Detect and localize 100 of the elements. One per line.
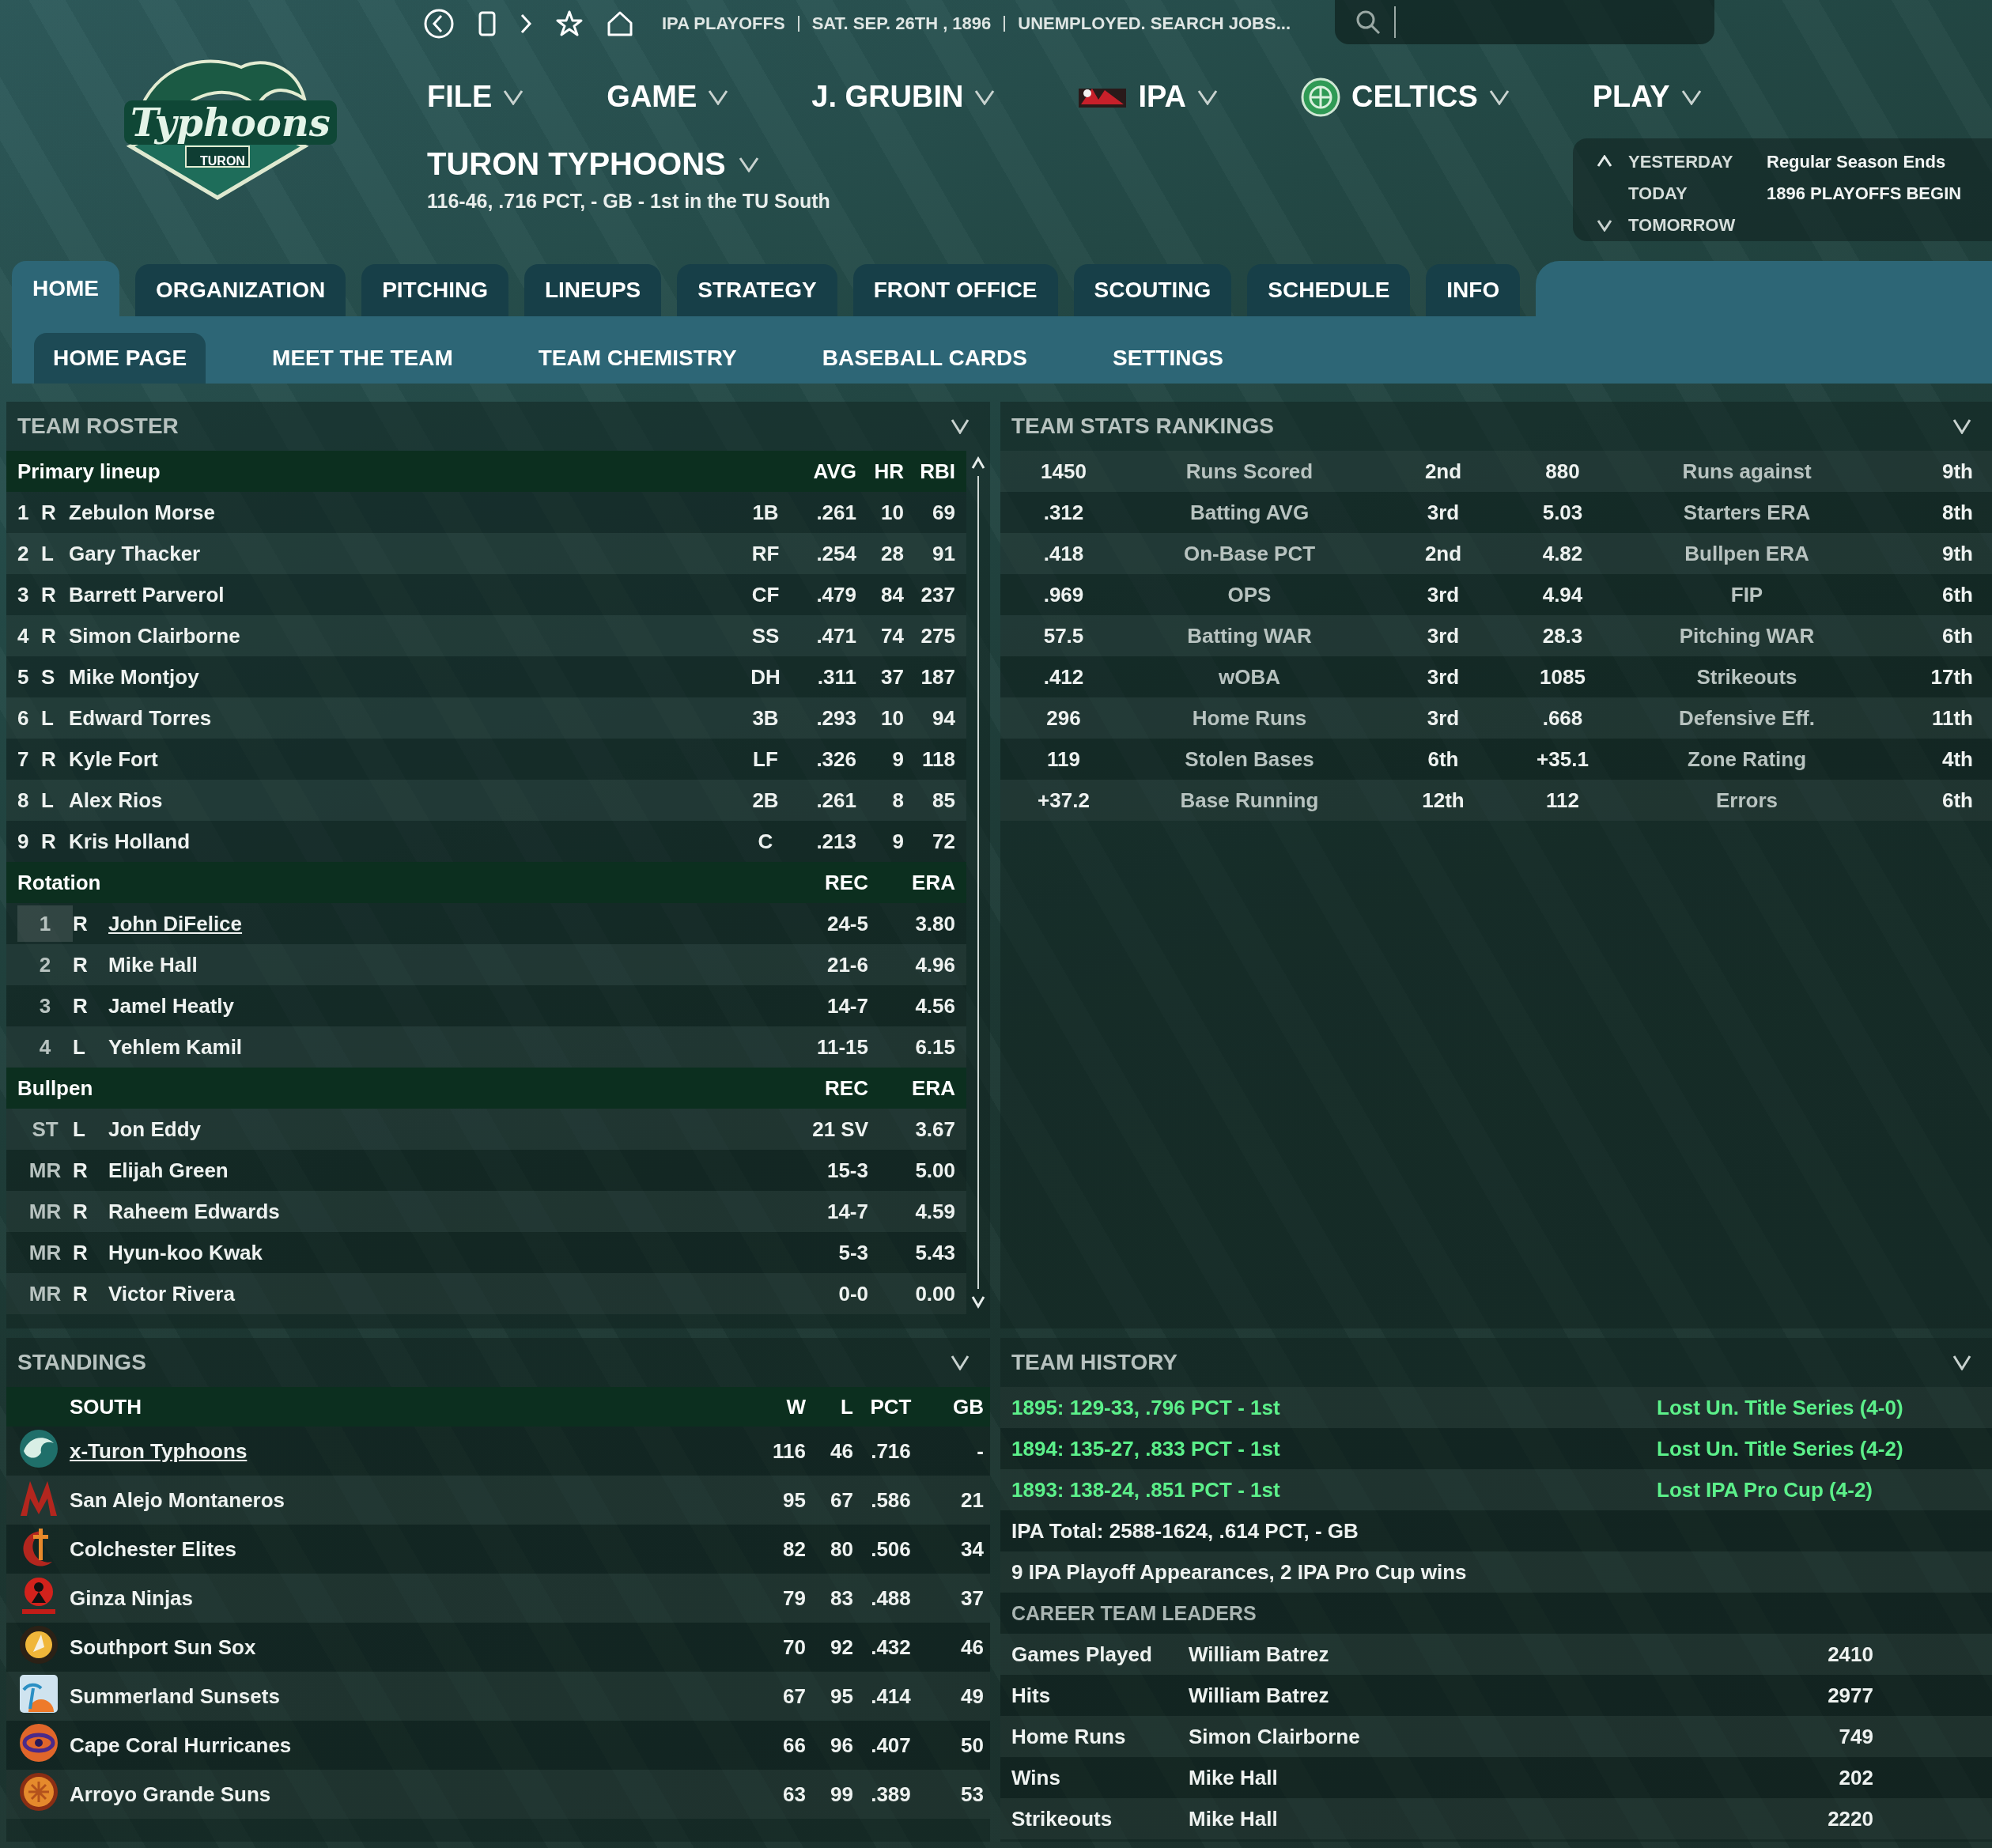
page-icon[interactable] — [478, 11, 496, 36]
subtab[interactable]: BASEBALL CARDS — [803, 333, 1046, 384]
player-name[interactable]: Simon Clairborne — [69, 623, 738, 648]
column-header: REC — [824, 870, 868, 895]
column-header: ERA — [911, 1075, 955, 1101]
breadcrumb-link[interactable]: SAT. SEP. 26TH , 1896 — [811, 13, 992, 34]
table-cell-text: 50 — [960, 1733, 984, 1758]
tab[interactable]: HOME — [12, 261, 119, 316]
menu-button[interactable]: PLAY — [1592, 80, 1702, 114]
player-name[interactable]: Kris Holland — [69, 829, 738, 854]
table-cell-text: 11th — [1930, 705, 1973, 731]
table-cell-text: R — [73, 1281, 89, 1306]
player-name[interactable]: Raheem Edwards — [108, 1199, 773, 1224]
team-name[interactable]: Southport Sun Sox — [70, 1634, 750, 1660]
table-cell-text: 17th — [1930, 664, 1973, 690]
table-cell-text: 2B — [751, 788, 780, 813]
table-cell-text: Lost Un. Title Series (4-2) — [1657, 1436, 1904, 1461]
team-name[interactable]: Summerland Sunsets — [70, 1684, 750, 1709]
table-cell-text: 11-15 — [815, 1034, 868, 1060]
table-cell-text: 95 — [782, 1487, 806, 1513]
breadcrumb-link[interactable]: UNEMPLOYED. SEARCH JOBS... — [1018, 13, 1291, 34]
team-menu-button[interactable]: TURON TYPHOONS — [427, 146, 830, 182]
tab[interactable]: PITCHING — [361, 264, 508, 316]
player-name[interactable]: Hyun-koo Kwak — [108, 1240, 773, 1265]
team-name[interactable]: Arroyo Grande Suns — [70, 1782, 750, 1807]
team-name[interactable]: x-Turon Typhoons — [70, 1438, 750, 1464]
player-name[interactable]: Victor Rivera — [108, 1281, 773, 1306]
column-header: REC — [824, 1075, 868, 1101]
logo-subtitle: TURON — [200, 154, 245, 168]
panel-title: TEAM STATS RANKINGS — [1011, 414, 1274, 439]
player-name[interactable]: Mike Montjoy — [69, 664, 738, 690]
table-cell-text: 14-7 — [826, 1199, 868, 1224]
column-header: GB — [952, 1394, 984, 1419]
table-cell-text: 3rd — [1426, 500, 1461, 525]
table-cell-text: +37.2 — [1037, 788, 1090, 813]
player-name[interactable]: Zebulon Morse — [69, 500, 738, 525]
subtab[interactable]: HOME PAGE — [34, 333, 206, 384]
table-cell-text: .479 — [815, 582, 856, 607]
tab[interactable]: INFO — [1426, 264, 1521, 316]
team-name[interactable]: Ginza Ninjas — [70, 1585, 750, 1611]
column-header: ERA — [911, 870, 955, 895]
table-cell-text: 3 — [38, 992, 52, 1019]
search-icon[interactable] — [1355, 9, 1382, 36]
table-cell-text: 2nd — [1423, 541, 1463, 566]
tab[interactable]: ORGANIZATION — [135, 264, 346, 316]
subtab[interactable]: SETTINGS — [1094, 333, 1242, 384]
tab[interactable]: SCHEDULE — [1247, 264, 1411, 316]
player-name[interactable]: Gary Thacker — [69, 541, 738, 566]
player-name[interactable]: Jon Eddy — [108, 1117, 773, 1142]
subtab[interactable]: MEET THE TEAM — [253, 333, 472, 384]
player-name[interactable]: Yehlem Kamil — [108, 1034, 773, 1060]
division-title: SOUTH — [70, 1394, 142, 1419]
table-cell-text: 63 — [782, 1782, 806, 1807]
table-cell-text: 202 — [1838, 1765, 1873, 1790]
day-link[interactable]: YESTERDAY — [1628, 152, 1767, 172]
menu-button[interactable]: IPA — [1078, 80, 1218, 114]
player-name[interactable]: Jamel Heatly — [108, 993, 773, 1018]
player-name[interactable]: Mike Hall — [108, 952, 773, 977]
caret-icon — [708, 89, 729, 105]
table-cell-text: 9th — [1941, 541, 1973, 566]
team-name[interactable]: Cape Coral Hurricanes — [70, 1733, 750, 1758]
tab[interactable]: SCOUTING — [1073, 264, 1232, 316]
player-name[interactable]: Edward Torres — [69, 705, 738, 731]
panel-title: TEAM ROSTER — [17, 414, 179, 439]
table-cell-text: .293 — [815, 705, 856, 731]
player-name[interactable]: John DiFelice — [108, 911, 773, 936]
table-cell-text: Hits — [1011, 1683, 1052, 1708]
star-icon[interactable] — [556, 10, 583, 37]
team-name[interactable]: San Alejo Montaneros — [70, 1487, 750, 1513]
scrollbar[interactable] — [971, 456, 985, 1309]
day-link[interactable]: TOMORROW — [1628, 215, 1767, 236]
forward-icon[interactable] — [520, 12, 532, 36]
day-link[interactable]: TODAY — [1628, 183, 1767, 204]
table-cell-text: 0.00 — [914, 1281, 955, 1306]
player-name[interactable]: Elijah Green — [108, 1158, 773, 1183]
tab[interactable]: LINEUPS — [524, 264, 662, 316]
table-cell-text: 4 — [17, 623, 30, 648]
menu-button[interactable]: J. GRUBIN — [811, 80, 996, 114]
back-icon[interactable] — [423, 8, 455, 40]
tab[interactable]: STRATEGY — [677, 264, 837, 316]
caret-icon — [1488, 89, 1510, 105]
player-name[interactable]: Alex Rios — [69, 788, 738, 813]
table-cell-text: FIP — [1729, 582, 1764, 607]
menu-button[interactable]: CELTICS — [1301, 77, 1510, 117]
team-name[interactable]: Colchester Elites — [70, 1536, 750, 1562]
caret-icon — [738, 156, 759, 172]
menu-button[interactable]: FILE — [427, 80, 524, 114]
subtab[interactable]: TEAM CHEMISTRY — [519, 333, 756, 384]
table-cell-text: Lost IPA Pro Cup (4-2) — [1657, 1477, 1873, 1502]
menu-button[interactable]: GAME — [607, 80, 729, 114]
home-icon[interactable] — [607, 10, 633, 37]
table-cell-text: R — [73, 1240, 89, 1265]
player-name[interactable]: Kyle Fort — [69, 746, 738, 772]
breadcrumb-link[interactable]: IPA PLAYOFFS — [662, 13, 785, 34]
table-cell-text: .213 — [815, 829, 856, 854]
chevron-icon — [1952, 1355, 1971, 1370]
tab[interactable]: FRONT OFFICE — [852, 264, 1058, 316]
player-name[interactable]: Barrett Parverol — [69, 582, 738, 607]
table-cell-text: 21 SV — [811, 1117, 868, 1142]
table-cell-text: Starters ERA — [1682, 500, 1812, 525]
